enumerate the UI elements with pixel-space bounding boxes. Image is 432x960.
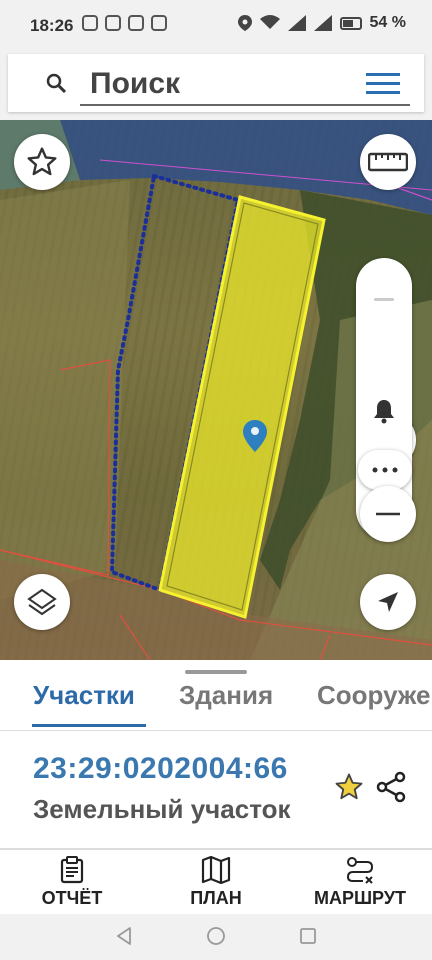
search-underline [80,104,410,106]
navigation-icon [378,592,398,612]
back-icon[interactable] [114,926,134,946]
battery-level: 54 % [369,14,406,31]
home-icon[interactable] [206,926,226,946]
more-button[interactable] [358,450,412,490]
system-icons: 54 % [237,14,406,32]
parcel-pin-icon[interactable] [243,420,267,452]
nav-route-label: МАРШРУТ [313,888,407,908]
tabs-divider [0,730,432,731]
nav-plan[interactable]: ПЛАН [176,856,256,909]
tab-buildings[interactable]: Здания [179,680,273,711]
app-logo-icon [128,15,144,31]
search-icon[interactable] [46,73,66,93]
route-icon [346,857,374,884]
nav-route[interactable]: МАРШРУТ [306,856,414,909]
instagram-icon [82,15,98,31]
category-tabs: Участки Здания Сооружения [0,674,432,730]
zoom-panel-handle[interactable] [374,298,394,301]
cadastral-number[interactable]: 23:29:0202004:66 [33,752,288,786]
results-sheet[interactable]: Участки Здания Сооружения 23:29:0202004:… [0,660,432,850]
search-input[interactable]: Поиск [90,67,180,101]
shield-icon [105,15,121,31]
recents-icon[interactable] [298,926,318,946]
tab-structures[interactable]: Сооружения [317,680,432,711]
zoom-out-button[interactable] [360,486,416,542]
search-area: Поиск [0,50,432,120]
nav-plan-label: ПЛАН [190,888,242,908]
layers-button[interactable] [14,574,70,630]
report-icon [60,856,84,884]
parcel-type: Земельный участок [33,794,291,824]
nav-report-label: ОТЧЁТ [41,888,103,908]
search-bar[interactable]: Поиск [8,54,424,112]
favorites-button[interactable] [14,134,70,190]
ruler-icon [368,152,408,172]
system-navigation-bar [0,914,432,960]
wifi-icon [259,15,280,29]
tab-parcels[interactable]: Участки [33,680,135,711]
location-icon [237,15,252,31]
bell-icon[interactable] [372,398,396,424]
battery-icon [339,16,362,30]
status-time: 18:26 [30,16,74,35]
messenger-icon [151,15,167,31]
map-icon [201,856,231,884]
layers-icon [27,588,57,616]
status-bar: 18:26 54 % [0,0,432,50]
favorite-star-icon[interactable] [334,772,364,802]
signal-icon [287,15,306,31]
menu-icon[interactable] [366,73,400,95]
star-icon [27,147,57,176]
signal-icon-2 [313,15,332,31]
map-view[interactable] [0,120,432,660]
more-icon [372,467,398,473]
zoom-out-icon [376,512,400,516]
share-icon[interactable] [374,770,408,804]
nav-report[interactable]: ОТЧЁТ [30,856,114,909]
active-tab-indicator [32,724,146,727]
notification-icons [82,15,167,31]
ruler-button[interactable] [360,134,416,190]
bottom-navigation: ОТЧЁТ ПЛАН МАРШРУТ [0,850,432,914]
my-location-button[interactable] [360,574,416,630]
